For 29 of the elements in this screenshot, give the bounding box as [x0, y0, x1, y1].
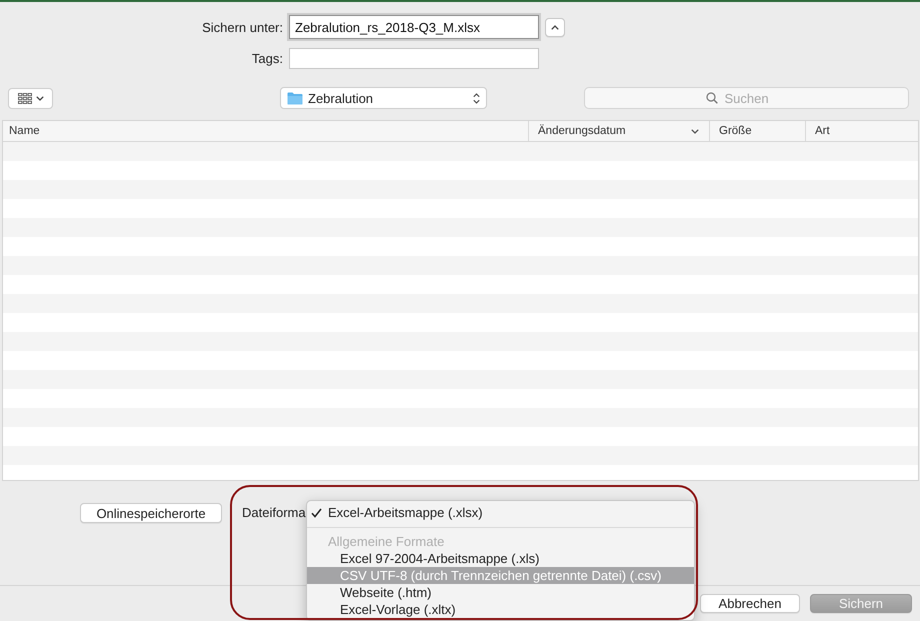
- file-format-label: Dateiforma: [242, 504, 306, 522]
- tags-field[interactable]: [289, 48, 539, 69]
- column-header[interactable]: Größe: [709, 121, 805, 141]
- column-header[interactable]: Änderungsdatum: [528, 121, 709, 141]
- search-icon: [706, 92, 718, 104]
- format-option[interactable]: Excel 97-2004-Arbeitsmappe (.xls): [307, 550, 694, 567]
- save-as-label: Sichern unter:: [202, 20, 283, 34]
- filename-field[interactable]: Zebralution_rs_2018-Q3_M.xlsx: [289, 15, 539, 39]
- format-option[interactable]: Excel-Vorlage (.xltx): [307, 601, 694, 618]
- column-header[interactable]: Art: [805, 121, 918, 141]
- up-down-chevron-icon: [473, 92, 480, 104]
- grid-view-icon: [18, 92, 32, 104]
- location-popup[interactable]: Zebralution: [280, 87, 487, 109]
- tags-label: Tags:: [252, 51, 283, 66]
- menu-section-header: Allgemeine Formate: [327, 533, 446, 550]
- online-locations-button[interactable]: Onlinespeicherorte: [80, 503, 222, 523]
- folder-icon: [287, 92, 303, 104]
- checkmark-icon: [311, 508, 322, 518]
- sort-chevron-icon: [691, 128, 699, 134]
- view-mode-button[interactable]: [8, 88, 53, 108]
- chevron-up-icon: [551, 24, 559, 30]
- search-field[interactable]: Suchen: [584, 87, 909, 109]
- column-header[interactable]: Name: [3, 121, 528, 141]
- chevron-down-icon: [36, 96, 44, 100]
- format-option[interactable]: Webseite (.htm): [307, 584, 694, 601]
- format-option[interactable]: Excel-Arbeitsmappe (.xlsx): [307, 504, 694, 521]
- cancel-button[interactable]: Abbrechen: [700, 594, 800, 613]
- location-name: Zebralution: [308, 90, 374, 106]
- collapse-button[interactable]: [545, 18, 565, 36]
